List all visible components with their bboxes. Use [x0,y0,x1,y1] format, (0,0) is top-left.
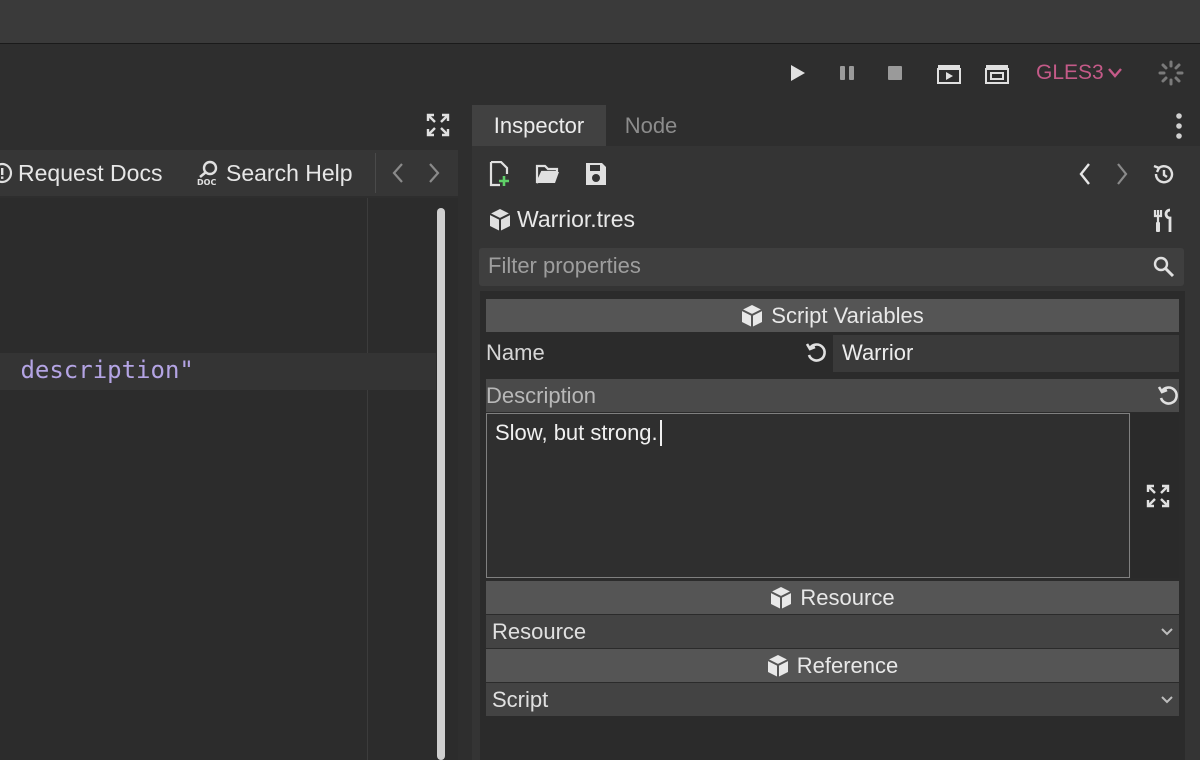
reload-icon [1157,384,1179,406]
section-label: Resource [800,584,895,610]
inspector-back-button[interactable] [1079,162,1091,186]
play-button[interactable] [784,60,812,86]
dock-menu-button[interactable] [1174,112,1184,140]
property-label-description: Description [486,383,597,408]
clapperboard-icon [985,62,1009,84]
text-cursor [659,420,662,446]
play-custom-scene-button[interactable] [983,60,1011,86]
window-title-bar [0,0,1200,44]
filter-placeholder: Filter properties [488,253,641,278]
distraction-free-button[interactable] [426,113,450,137]
chevron-down-icon [1161,627,1173,636]
main-toolbar [0,44,1200,104]
pause-button[interactable] [833,60,861,86]
dropdown-label: Resource [492,618,587,644]
new-file-icon [488,161,512,187]
history-back-button[interactable] [392,162,404,184]
revert-description-button[interactable] [1157,384,1179,406]
section-label: Script Variables [771,302,924,328]
resource-category-dropdown[interactable]: Resource [486,615,1179,648]
section-script-variables[interactable]: Script Variables [486,299,1179,332]
search-help-button[interactable]: DOC Search Help [196,156,353,190]
save-resource-button[interactable] [584,161,608,187]
resource-type-icon [489,208,511,237]
reload-icon [805,341,827,363]
chevron-down-icon [1107,68,1122,78]
property-label-name: Name [486,340,545,365]
expand-icon [426,113,450,137]
history-icon [1152,162,1176,186]
clapperboard-play-icon [937,62,961,84]
play-icon [790,64,806,82]
search-icon [1153,256,1175,283]
revert-name-button[interactable] [805,341,827,363]
inspector-forward-button[interactable] [1116,162,1128,186]
renderer-selector[interactable]: GLES3 [1036,58,1122,88]
chevron-right-icon [428,162,440,184]
play-scene-button[interactable] [935,60,963,86]
name-field-value: Warrior [842,340,914,365]
svg-text:DOC: DOC [197,178,216,186]
renderer-label: GLES3 [1036,61,1104,84]
folder-icon [535,163,561,185]
code-editor[interactable] [0,198,458,760]
request-docs-label: Request Docs [18,159,163,186]
history-forward-button[interactable] [428,162,440,184]
dropdown-label: Script [492,686,549,712]
expand-text-editor-button[interactable] [1146,484,1170,508]
chevron-right-icon [1116,162,1128,186]
history-button[interactable] [1152,162,1176,186]
header-divider [375,153,376,193]
new-resource-button[interactable] [488,161,512,187]
cube-icon [770,586,792,610]
load-resource-button[interactable] [535,163,561,185]
cube-icon [767,654,789,678]
tab-node[interactable]: Node [608,105,694,146]
section-label: Reference [796,652,899,678]
code-scrollbar[interactable] [437,208,445,760]
expand-icon [1146,484,1170,508]
request-docs-button[interactable]: Request Docs [0,156,162,190]
object-properties-button[interactable] [1152,208,1176,234]
stop-button[interactable] [881,60,909,86]
tools-icon [1152,208,1176,234]
chevron-left-icon [1079,162,1091,186]
description-text-wrap: Slow, but strong. [495,420,662,446]
issue-icon [0,162,14,184]
cube-icon [741,304,763,328]
line-length-guide [367,198,368,760]
chevron-down-icon [1161,695,1173,704]
section-resource[interactable]: Resource [486,581,1179,614]
section-reference[interactable]: Reference [486,649,1179,682]
loading-spinner-icon [1158,60,1184,91]
code-line-text: description" [6,356,194,384]
script-category-dropdown[interactable]: Script [486,683,1179,716]
resource-path: Warrior.tres [517,206,635,232]
description-text: Slow, but strong. [495,420,658,445]
tab-inspector[interactable]: Inspector [472,105,606,146]
vertical-dots-icon [1174,112,1184,140]
search-help-label: Search Help [226,159,353,186]
doc-search-icon: DOC [196,160,222,186]
save-icon [584,161,608,187]
pause-icon [839,65,855,81]
chevron-left-icon [392,162,404,184]
stop-icon [887,65,903,81]
